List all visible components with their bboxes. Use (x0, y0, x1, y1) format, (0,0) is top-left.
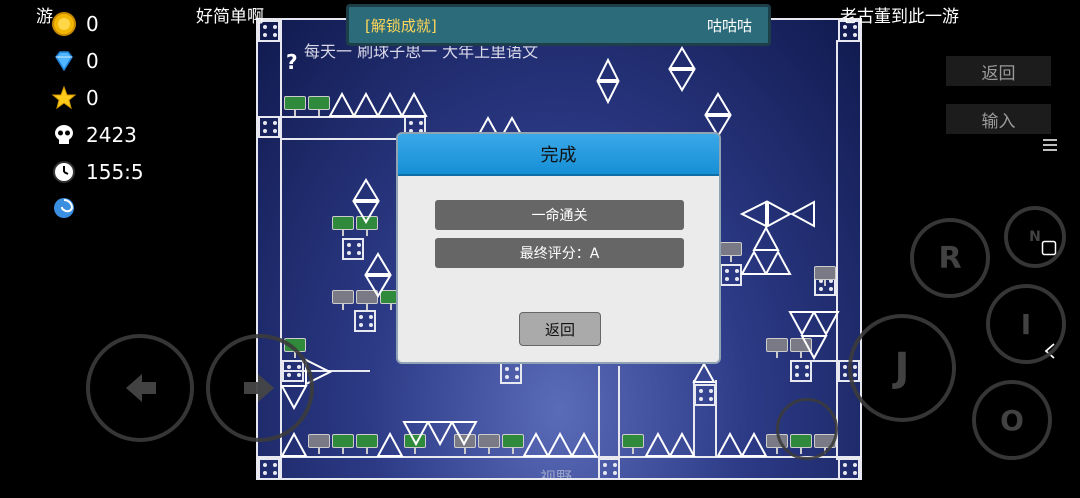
completion-dialog: 完成 一命通关 最终评分：A 返回 (396, 132, 721, 364)
coin-count: 0 (86, 12, 99, 36)
star-icon (52, 86, 76, 110)
level-title: 好简单啊 (196, 7, 264, 27)
diamond-count: 0 (86, 49, 99, 73)
author-title: 老古董到此一游 (840, 7, 959, 27)
timer: 155:5 (52, 160, 144, 184)
swirl-indicator (52, 196, 76, 220)
diamond-counter: 0 (52, 49, 99, 73)
result-one-life: 一命通关 (435, 200, 684, 230)
swirl-icon (52, 196, 76, 220)
diamond-icon (52, 49, 76, 73)
time-value: 155:5 (86, 160, 144, 184)
hamburger-icon[interactable] (1042, 136, 1058, 157)
toast-achievement-name: 咕咕咕 (706, 16, 752, 35)
i-button[interactable]: I (986, 284, 1066, 364)
coin-counter: 0 (52, 12, 99, 36)
death-count: 2423 (86, 123, 137, 147)
o-button[interactable]: O (972, 380, 1052, 460)
coin-icon (52, 12, 76, 36)
j-button[interactable]: J (848, 314, 956, 422)
hint-mark: ? (286, 50, 298, 74)
dialog-title: 完成 (398, 134, 719, 176)
r-button[interactable]: R (910, 218, 990, 298)
fire-button[interactable] (776, 398, 838, 460)
death-counter: 2423 (52, 123, 137, 147)
arrow-left-icon (126, 374, 156, 402)
n-button[interactable]: N (1004, 206, 1066, 268)
star-count: 0 (86, 86, 99, 110)
star-counter: 0 (52, 86, 99, 110)
achievement-toast: [解锁成就] 咕咕咕 (346, 4, 771, 46)
toast-title: [解锁成就] (365, 16, 437, 35)
dpad-left-button[interactable] (86, 334, 194, 442)
top-left-fragment: 游 (36, 7, 53, 27)
arrow-right-icon (244, 374, 274, 402)
dialog-back-button[interactable]: 返回 (519, 312, 601, 346)
view-label: 视野 (540, 468, 573, 480)
clock-icon (52, 160, 76, 184)
input-button[interactable]: 输入 (946, 104, 1051, 134)
back-button[interactable]: 返回 (946, 56, 1051, 86)
result-final-score: 最终评分：A (435, 238, 684, 268)
dpad-right-button[interactable] (206, 334, 314, 442)
skull-icon (52, 123, 76, 147)
